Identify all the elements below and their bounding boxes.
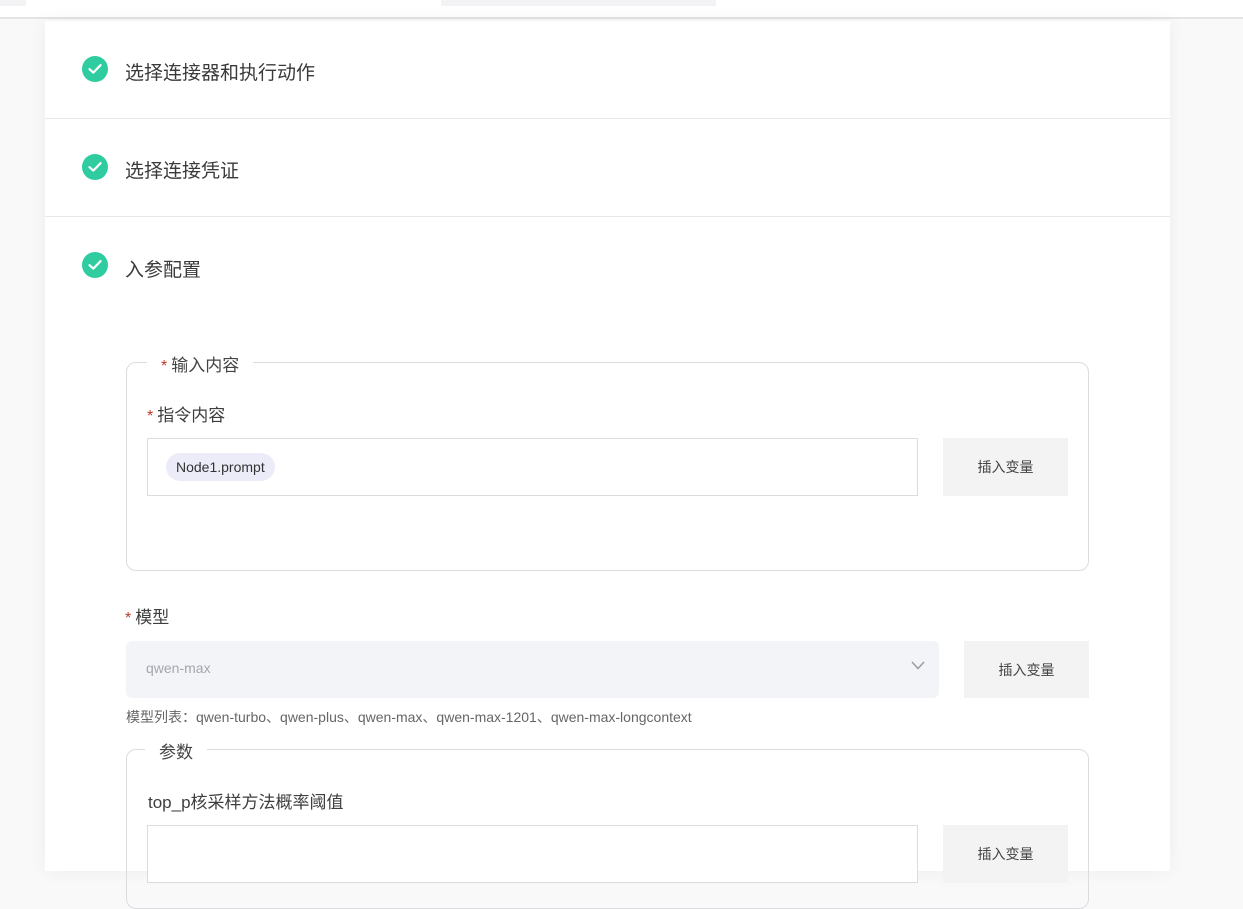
input-content-group: * 输入内容 * 指令内容 Node1.prompt 插入变量: [126, 351, 1089, 571]
params-group: 参数 top_p核采样方法概率阈值 插入变量: [126, 738, 1089, 909]
step-connection-credential[interactable]: 选择连接凭证: [45, 119, 1170, 217]
model-hint: 模型列表：qwen-turbo、qwen-plus、qwen-max、qwen-…: [126, 709, 692, 725]
step-label: 选择连接器和执行动作: [125, 63, 316, 84]
top-bar-segment: [441, 0, 716, 6]
group-legend: 参数: [145, 738, 207, 763]
variable-tag[interactable]: Node1.prompt: [166, 453, 275, 481]
insert-variable-button[interactable]: 插入变量: [943, 438, 1068, 496]
step-connector-action[interactable]: 选择连接器和执行动作: [45, 21, 1170, 119]
model-select-value: qwen-max: [146, 660, 211, 676]
step-input-params[interactable]: 入参配置: [45, 217, 1170, 307]
chevron-down-icon: [911, 661, 925, 670]
group-legend: * 输入内容: [147, 351, 254, 376]
instruction-label: * 指令内容: [147, 406, 226, 425]
check-circle-icon: [82, 56, 108, 82]
insert-variable-button[interactable]: 插入变量: [964, 641, 1089, 698]
insert-variable-button[interactable]: 插入变量: [943, 825, 1068, 883]
step-label: 选择连接凭证: [125, 161, 240, 182]
model-label: * 模型: [125, 608, 170, 627]
top-bar-segment: [0, 0, 26, 6]
check-circle-icon: [82, 154, 108, 180]
config-panel: 选择连接器和执行动作 选择连接凭证 入参配置 * 输入内容 * 指令内容 Node1…: [45, 21, 1170, 909]
top-p-input[interactable]: [147, 825, 918, 883]
instruction-input[interactable]: Node1.prompt: [147, 438, 918, 496]
top-bar: [0, 0, 1243, 19]
check-circle-icon: [82, 252, 108, 278]
model-select[interactable]: qwen-max: [126, 641, 939, 698]
step-label: 入参配置: [125, 260, 202, 281]
top-p-label: top_p核采样方法概率阈值: [148, 793, 344, 812]
